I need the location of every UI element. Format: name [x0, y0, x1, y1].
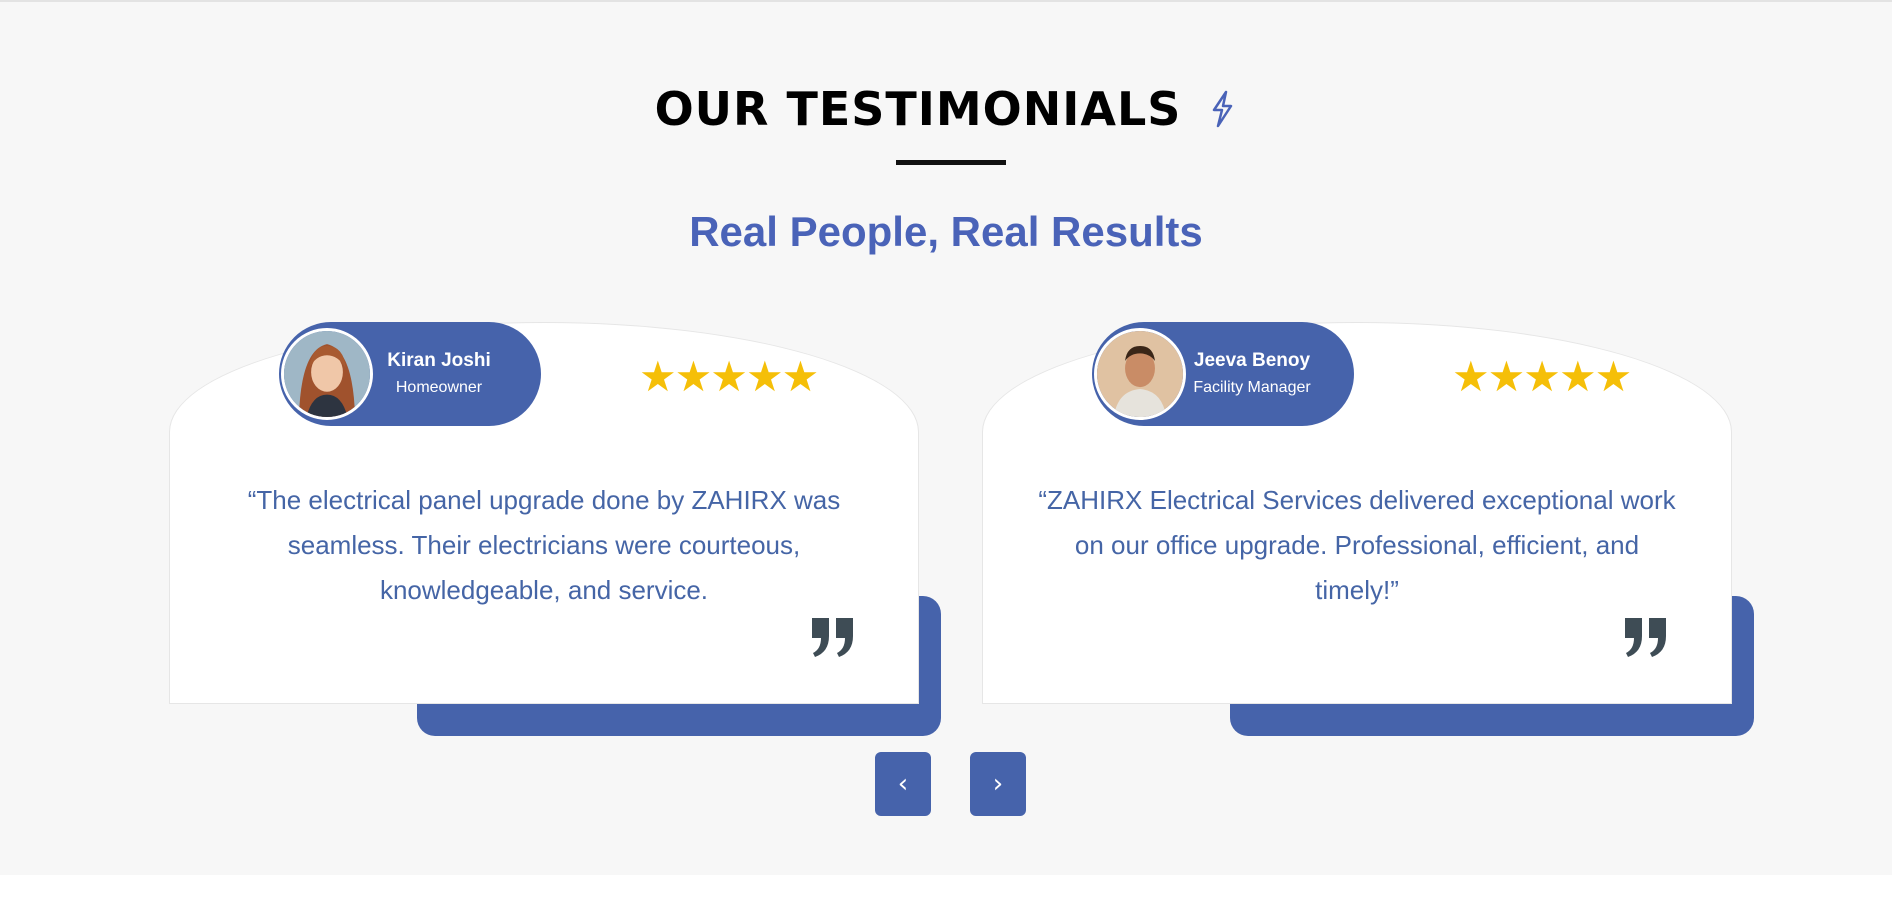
author-role: Facility Manager	[1193, 379, 1311, 396]
quote-icon	[812, 618, 853, 657]
author-role: Homeowner	[395, 379, 483, 396]
testimonial-quote: “The electrical panel upgrade done by ZA…	[247, 485, 841, 605]
avatar	[281, 328, 373, 420]
testimonial-card: Jeeva Benoy Facility Manager ★★★★★ “ZAHI…	[982, 320, 1754, 738]
section-subtitle: Real People, Real Results	[689, 208, 1203, 255]
testimonial-quote: “ZAHIRX Electrical Services delivered ex…	[1038, 485, 1676, 605]
star-rating: ★★★★★	[1452, 352, 1632, 401]
next-button[interactable]: ›	[970, 752, 1026, 816]
prev-button[interactable]: ‹	[875, 752, 931, 816]
heading-row: OUR TESTIMONIALS	[0, 82, 1892, 136]
section-heading: OUR TESTIMONIALS	[654, 82, 1182, 136]
author-name: Kiran Joshi	[387, 350, 491, 371]
author-name: Jeeva Benoy	[1193, 350, 1311, 371]
quote-icon	[1625, 618, 1666, 657]
heading-underline	[896, 160, 1006, 165]
testimonials-section: OUR TESTIMONIALS Real People, Real Resul…	[0, 0, 1892, 875]
star-rating: ★★★★★	[639, 352, 819, 401]
lightning-bolt-icon	[1213, 90, 1233, 128]
avatar	[1094, 328, 1186, 420]
testimonial-card: Kiran Joshi Homeowner ★★★★★ “The electri…	[169, 320, 941, 738]
